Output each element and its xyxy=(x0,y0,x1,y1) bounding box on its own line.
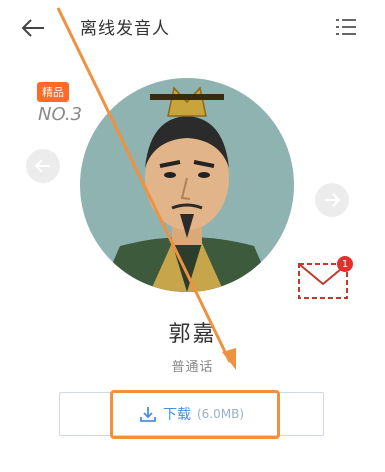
rank-label: NO.3 xyxy=(38,104,83,125)
arrow-right-icon xyxy=(325,193,341,207)
arrow-left-icon xyxy=(34,159,50,173)
notification-count-badge: 1 xyxy=(337,256,353,272)
speaker-name: 郭嘉 xyxy=(168,322,217,347)
speaker-avatar xyxy=(80,78,294,292)
next-speaker-button[interactable] xyxy=(315,183,349,217)
arrow-left-icon xyxy=(21,19,44,37)
premium-badge: 精品 xyxy=(37,82,69,102)
download-highlight-box xyxy=(110,390,280,439)
page-title: 离线发音人 xyxy=(80,19,170,39)
back-button[interactable] xyxy=(18,14,48,42)
top-bar: 离线发音人 xyxy=(0,0,385,56)
list-menu-icon xyxy=(336,19,356,35)
menu-button[interactable] xyxy=(334,16,358,38)
previous-speaker-button[interactable] xyxy=(26,149,60,183)
message-button[interactable]: 1 xyxy=(296,254,356,308)
speaker-dialect: 普通话 xyxy=(171,360,214,375)
notification-count: 1 xyxy=(341,258,349,270)
